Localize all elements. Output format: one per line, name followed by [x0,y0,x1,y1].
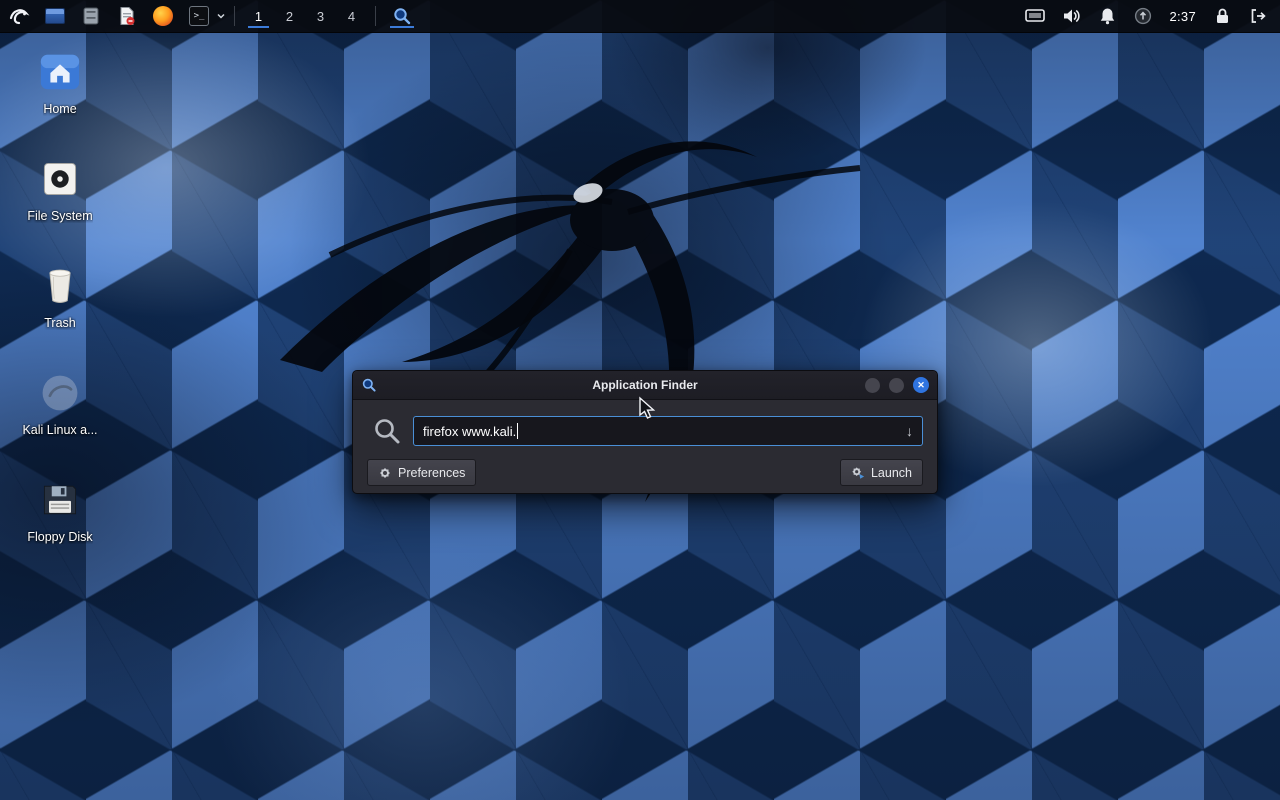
terminal-icon: >_ [189,6,209,26]
kali-menu-button[interactable] [4,2,34,30]
desktop-icon-label: Trash [44,316,76,330]
chevron-down-icon[interactable] [216,11,226,21]
titlebar[interactable]: Application Finder ✕ [353,371,937,400]
desktop-icon-list: Home File System Trash [8,44,112,579]
desktop-icon-kali-docs[interactable]: Kali Linux a... [8,365,112,457]
desktop-icon-trash[interactable]: Trash [8,258,112,350]
launch-label: Launch [871,466,912,480]
workspace-3[interactable]: 3 [305,2,336,30]
panel-clock[interactable]: 2:37 [1169,9,1196,24]
archive-icon [81,6,101,26]
session-status-icon[interactable] [1133,6,1153,26]
notifications-bell-icon[interactable] [1097,6,1117,26]
search-icon [373,417,401,445]
search-input[interactable]: firefox www.kali. ↓ [413,416,923,446]
minimize-button[interactable] [865,378,880,393]
file-manager-icon [45,8,65,24]
workspace-2[interactable]: 2 [274,2,305,30]
top-panel: >_ 1 2 3 4 [0,0,1280,33]
preferences-button[interactable]: Preferences [367,459,476,486]
desktop-icon-label: Floppy Disk [27,530,92,544]
panel-launchers: >_ [0,2,226,30]
document-icon [117,6,137,26]
taskbar-application-finder[interactable] [384,2,420,30]
terminal-launcher[interactable]: >_ [184,2,214,30]
close-button[interactable]: ✕ [913,377,929,393]
screen-lock-icon[interactable] [1212,6,1232,26]
firefox-launcher[interactable] [148,2,178,30]
desktop-icon-label: Home [43,102,76,116]
window-title: Application Finder [353,378,937,392]
system-tray: 2:37 [1025,6,1280,26]
launch-icon [851,466,865,480]
kali-logo-icon [8,5,30,27]
panel-separator [234,6,235,26]
display-icon[interactable] [1025,6,1045,26]
logout-power-icon[interactable] [1248,6,1268,26]
application-finder-window: Application Finder ✕ firefox www.kali. ↓ [352,370,938,494]
text-editor-launcher[interactable] [112,2,142,30]
finder-body: firefox www.kali. ↓ Preferences [353,400,937,494]
app-finder-icon [392,6,412,26]
desktop-icon-label: File System [27,209,92,223]
volume-icon[interactable] [1061,6,1081,26]
maximize-button[interactable] [889,378,904,393]
panel-separator-2 [375,6,376,26]
search-query-text: firefox www.kali. [423,424,516,439]
file-cabinet-launcher[interactable] [76,2,106,30]
trash-icon [36,262,84,310]
workspace-switcher: 1 2 3 4 [243,2,367,30]
gear-icon [378,466,392,480]
file-system-icon [36,155,84,203]
preferences-label: Preferences [398,466,465,480]
file-manager-launcher[interactable] [40,2,70,30]
launch-button[interactable]: Launch [840,459,923,486]
firefox-icon [153,6,173,26]
workspace-1[interactable]: 1 [243,2,274,30]
desktop-icon-file-system[interactable]: File System [8,151,112,243]
kali-docs-icon [36,369,84,417]
floppy-icon [36,476,84,524]
history-dropdown-arrow-icon[interactable]: ↓ [898,423,913,439]
window-app-icon [361,377,377,393]
desktop-icon-home[interactable]: Home [8,44,112,136]
desktop-icon-label: Kali Linux a... [22,423,97,437]
home-icon [36,48,84,96]
desktop-icon-floppy-disk[interactable]: Floppy Disk [8,472,112,564]
workspace-4[interactable]: 4 [336,2,367,30]
text-caret [517,423,518,439]
